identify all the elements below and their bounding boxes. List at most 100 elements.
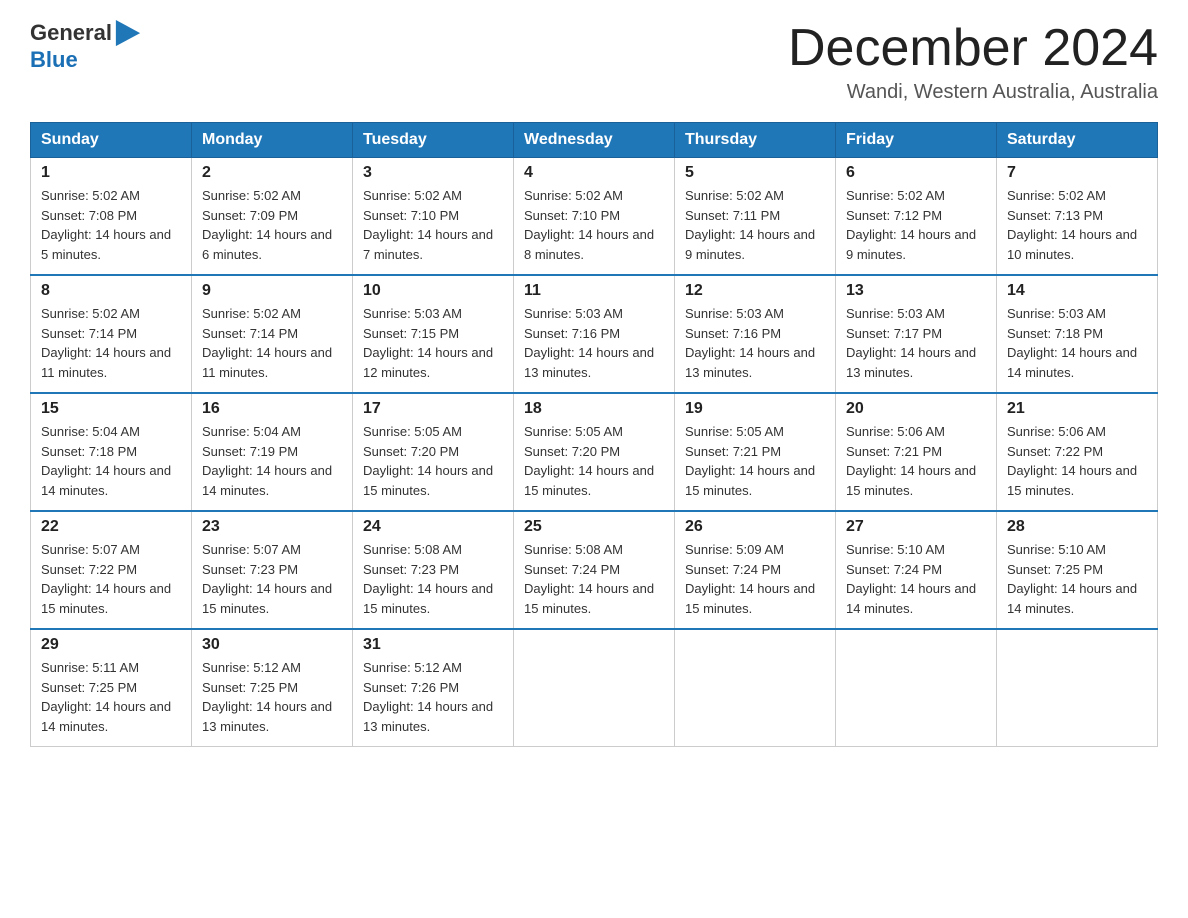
day-number: 21 — [1007, 400, 1147, 418]
day-number: 24 — [363, 518, 503, 536]
logo: GeneralBlue — [30, 20, 142, 72]
calendar-cell: 28 Sunrise: 5:10 AMSunset: 7:25 PMDayligh… — [997, 511, 1158, 629]
header-tuesday: Tuesday — [353, 123, 514, 158]
calendar-table: SundayMondayTuesdayWednesdayThursdayFrid… — [30, 122, 1158, 747]
calendar-cell: 10 Sunrise: 5:03 AMSunset: 7:15 PMDayligh… — [353, 275, 514, 393]
day-info: Sunrise: 5:02 AMSunset: 7:13 PMDaylight:… — [1007, 186, 1147, 264]
calendar-cell: 1 Sunrise: 5:02 AMSunset: 7:08 PMDaylight… — [31, 158, 192, 276]
calendar-cell — [836, 629, 997, 747]
header-sunday: Sunday — [31, 123, 192, 158]
day-info: Sunrise: 5:02 AMSunset: 7:09 PMDaylight:… — [202, 186, 342, 264]
calendar-cell: 4 Sunrise: 5:02 AMSunset: 7:10 PMDaylight… — [514, 158, 675, 276]
day-info: Sunrise: 5:07 AMSunset: 7:23 PMDaylight:… — [202, 540, 342, 618]
calendar-cell: 31 Sunrise: 5:12 AMSunset: 7:26 PMDayligh… — [353, 629, 514, 747]
day-number: 8 — [41, 282, 181, 300]
header-monday: Monday — [192, 123, 353, 158]
day-number: 16 — [202, 400, 342, 418]
calendar-cell: 17Sunrise: 5:05 AMSunset: 7:20 PMDayligh… — [353, 393, 514, 511]
day-info: Sunrise: 5:04 AMSunset: 7:19 PMDaylight:… — [202, 422, 342, 500]
day-info: Sunrise: 5:11 AMSunset: 7:25 PMDaylight:… — [41, 658, 181, 736]
calendar-cell: 6 Sunrise: 5:02 AMSunset: 7:12 PMDaylight… — [836, 158, 997, 276]
day-info: Sunrise: 5:12 AMSunset: 7:26 PMDaylight:… — [363, 658, 503, 736]
day-info: Sunrise: 5:02 AMSunset: 7:12 PMDaylight:… — [846, 186, 986, 264]
month-title: December 2024 — [788, 20, 1158, 77]
calendar-body: 1 Sunrise: 5:02 AMSunset: 7:08 PMDaylight… — [31, 158, 1158, 747]
day-info: Sunrise: 5:02 AMSunset: 7:08 PMDaylight:… — [41, 186, 181, 264]
day-number: 15 — [41, 400, 181, 418]
calendar-cell: 18 Sunrise: 5:05 AMSunset: 7:20 PMDayligh… — [514, 393, 675, 511]
day-info: Sunrise: 5:06 AMSunset: 7:22 PMDaylight:… — [1007, 422, 1147, 500]
day-info: Sunrise: 5:03 AMSunset: 7:17 PMDaylight:… — [846, 304, 986, 382]
day-number: 29 — [41, 636, 181, 654]
week-row-4: 22Sunrise: 5:07 AMSunset: 7:22 PMDayligh… — [31, 511, 1158, 629]
calendar-cell: 20Sunrise: 5:06 AMSunset: 7:21 PMDayligh… — [836, 393, 997, 511]
calendar-cell — [675, 629, 836, 747]
page-header: GeneralBlue December 2024 Wandi, Western… — [30, 20, 1158, 104]
calendar-cell: 29 Sunrise: 5:11 AMSunset: 7:25 PMDayligh… — [31, 629, 192, 747]
calendar-cell: 16 Sunrise: 5:04 AMSunset: 7:19 PMDayligh… — [192, 393, 353, 511]
day-number: 2 — [202, 164, 342, 182]
day-number: 26 — [685, 518, 825, 536]
day-number: 30 — [202, 636, 342, 654]
day-number: 31 — [363, 636, 503, 654]
day-number: 19 — [685, 400, 825, 418]
day-info: Sunrise: 5:10 AMSunset: 7:24 PMDaylight:… — [846, 540, 986, 618]
day-number: 5 — [685, 164, 825, 182]
day-number: 11 — [524, 282, 664, 300]
day-info: Sunrise: 5:08 AMSunset: 7:24 PMDaylight:… — [524, 540, 664, 618]
day-info: Sunrise: 5:02 AMSunset: 7:10 PMDaylight:… — [363, 186, 503, 264]
header-saturday: Saturday — [997, 123, 1158, 158]
calendar-cell: 26Sunrise: 5:09 AMSunset: 7:24 PMDayligh… — [675, 511, 836, 629]
calendar-cell: 3 Sunrise: 5:02 AMSunset: 7:10 PMDaylight… — [353, 158, 514, 276]
day-info: Sunrise: 5:02 AMSunset: 7:11 PMDaylight:… — [685, 186, 825, 264]
day-info: Sunrise: 5:03 AMSunset: 7:15 PMDaylight:… — [363, 304, 503, 382]
day-number: 25 — [524, 518, 664, 536]
day-number: 1 — [41, 164, 181, 182]
day-number: 9 — [202, 282, 342, 300]
calendar-cell: 22Sunrise: 5:07 AMSunset: 7:22 PMDayligh… — [31, 511, 192, 629]
day-number: 18 — [524, 400, 664, 418]
day-number: 6 — [846, 164, 986, 182]
calendar-cell: 13Sunrise: 5:03 AMSunset: 7:17 PMDayligh… — [836, 275, 997, 393]
day-number: 14 — [1007, 282, 1147, 300]
logo-text: GeneralBlue — [30, 20, 142, 72]
calendar-cell: 19Sunrise: 5:05 AMSunset: 7:21 PMDayligh… — [675, 393, 836, 511]
calendar-cell: 11 Sunrise: 5:03 AMSunset: 7:16 PMDayligh… — [514, 275, 675, 393]
day-info: Sunrise: 5:03 AMSunset: 7:16 PMDaylight:… — [524, 304, 664, 382]
calendar-cell: 15Sunrise: 5:04 AMSunset: 7:18 PMDayligh… — [31, 393, 192, 511]
day-number: 7 — [1007, 164, 1147, 182]
calendar-cell: 24Sunrise: 5:08 AMSunset: 7:23 PMDayligh… — [353, 511, 514, 629]
calendar-cell: 9Sunrise: 5:02 AMSunset: 7:14 PMDaylight… — [192, 275, 353, 393]
logo-blue-text: Blue — [30, 47, 78, 72]
day-number: 17 — [363, 400, 503, 418]
day-number: 22 — [41, 518, 181, 536]
calendar-cell: 8 Sunrise: 5:02 AMSunset: 7:14 PMDaylight… — [31, 275, 192, 393]
calendar-cell: 12 Sunrise: 5:03 AMSunset: 7:16 PMDayligh… — [675, 275, 836, 393]
header-thursday: Thursday — [675, 123, 836, 158]
calendar-cell: 14Sunrise: 5:03 AMSunset: 7:18 PMDayligh… — [997, 275, 1158, 393]
day-info: Sunrise: 5:02 AMSunset: 7:10 PMDaylight:… — [524, 186, 664, 264]
location-text: Wandi, Western Australia, Australia — [788, 81, 1158, 104]
day-number: 27 — [846, 518, 986, 536]
week-row-3: 15Sunrise: 5:04 AMSunset: 7:18 PMDayligh… — [31, 393, 1158, 511]
day-number: 20 — [846, 400, 986, 418]
day-info: Sunrise: 5:05 AMSunset: 7:20 PMDaylight:… — [524, 422, 664, 500]
day-info: Sunrise: 5:12 AMSunset: 7:25 PMDaylight:… — [202, 658, 342, 736]
day-number: 12 — [685, 282, 825, 300]
calendar-cell: 23Sunrise: 5:07 AMSunset: 7:23 PMDayligh… — [192, 511, 353, 629]
day-number: 3 — [363, 164, 503, 182]
day-info: Sunrise: 5:02 AMSunset: 7:14 PMDaylight:… — [41, 304, 181, 382]
calendar-cell: 30 Sunrise: 5:12 AMSunset: 7:25 PMDayligh… — [192, 629, 353, 747]
day-number: 28 — [1007, 518, 1147, 536]
calendar-cell: 27 Sunrise: 5:10 AMSunset: 7:24 PMDayligh… — [836, 511, 997, 629]
day-number: 4 — [524, 164, 664, 182]
day-info: Sunrise: 5:03 AMSunset: 7:16 PMDaylight:… — [685, 304, 825, 382]
week-row-2: 8 Sunrise: 5:02 AMSunset: 7:14 PMDaylight… — [31, 275, 1158, 393]
header-friday: Friday — [836, 123, 997, 158]
calendar-cell: 25 Sunrise: 5:08 AMSunset: 7:24 PMDayligh… — [514, 511, 675, 629]
week-row-5: 29 Sunrise: 5:11 AMSunset: 7:25 PMDayligh… — [31, 629, 1158, 747]
day-number: 10 — [363, 282, 503, 300]
day-info: Sunrise: 5:10 AMSunset: 7:25 PMDaylight:… — [1007, 540, 1147, 618]
calendar-cell: 21 Sunrise: 5:06 AMSunset: 7:22 PMDayligh… — [997, 393, 1158, 511]
calendar-cell: 7 Sunrise: 5:02 AMSunset: 7:13 PMDaylight… — [997, 158, 1158, 276]
